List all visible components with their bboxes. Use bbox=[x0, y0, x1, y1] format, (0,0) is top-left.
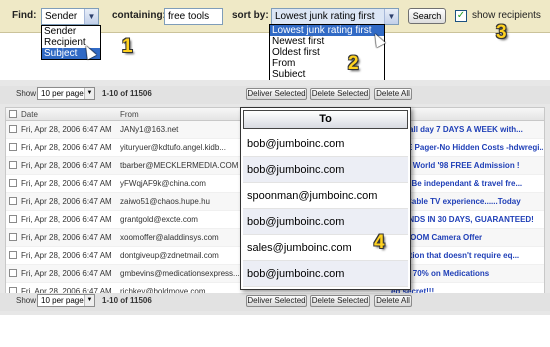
row-date: Fri, Apr 28, 2006 6:47 AM bbox=[21, 161, 112, 170]
delete-all-button[interactable]: Delete All bbox=[374, 295, 412, 307]
row-date: Fri, Apr 28, 2006 6:47 AM bbox=[21, 269, 112, 278]
row-from: gmbevins@medicationsexpress... bbox=[120, 269, 240, 278]
row-date: Fri, Apr 28, 2006 6:47 AM bbox=[21, 215, 112, 224]
select-all-checkbox[interactable] bbox=[9, 110, 17, 118]
sort-label: sort by: bbox=[232, 10, 269, 21]
callout-4: 4 bbox=[374, 232, 385, 253]
row-checkbox[interactable] bbox=[9, 251, 17, 259]
delete-selected-button[interactable]: Delete Selected bbox=[310, 88, 370, 100]
pager-top: Show 10 per page ▼ 1-10 of 11506 Deliver… bbox=[0, 86, 550, 104]
deliver-selected-button[interactable]: Deliver Selected bbox=[246, 295, 307, 307]
pager-bottom: Show 10 per page ▼ 1-10 of 11506 Deliver… bbox=[0, 293, 550, 311]
row-subject-link[interactable]: FREE Pager-No Hidden Costs -hdwregi... bbox=[391, 143, 543, 152]
show-label: Show bbox=[16, 89, 37, 98]
row-from: JANy1@163.net bbox=[120, 125, 179, 134]
show-recipients-label[interactable]: show recipients bbox=[472, 10, 541, 21]
sort-select[interactable]: Lowest junk rating first ▼ bbox=[271, 8, 399, 25]
callout-3: 3 bbox=[496, 22, 507, 43]
delete-selected-button[interactable]: Delete Selected bbox=[310, 295, 370, 307]
row-checkbox[interactable] bbox=[9, 269, 17, 277]
row-subject-link[interactable]: our Cable TV experience......Today bbox=[391, 197, 543, 206]
row-from: grantgold@excte.com bbox=[120, 215, 198, 224]
callout-2: 2 bbox=[348, 53, 359, 74]
show-recipients-checkbox[interactable]: ✓ bbox=[455, 10, 467, 22]
column-date[interactable]: Date bbox=[21, 110, 38, 119]
row-from: xoomoffer@aladdinsys.com bbox=[120, 233, 219, 242]
row-date: Fri, Apr 28, 2006 6:47 AM bbox=[21, 197, 112, 206]
row-date: Fri, Apr 28, 2006 6:47 AM bbox=[21, 233, 112, 242]
row-subject-link[interactable]: up to 70% on Medications bbox=[391, 269, 543, 278]
row-checkbox[interactable] bbox=[9, 125, 17, 133]
field-option-sender[interactable]: Sender bbox=[42, 26, 100, 37]
row-from: dontgiveup@zdnetmail.com bbox=[120, 251, 219, 260]
chevron-down-icon[interactable]: ▼ bbox=[384, 9, 398, 24]
search-button[interactable]: Search bbox=[408, 8, 446, 24]
row-subject-link[interactable]: 1+ # all day 7 DAYS A WEEK with... bbox=[391, 125, 543, 134]
per-page-value: 10 per page bbox=[41, 296, 84, 305]
row-date: Fri, Apr 28, 2006 6:47 AM bbox=[21, 251, 112, 260]
row-date: Fri, Apr 28, 2006 6:47 AM bbox=[21, 143, 112, 152]
chevron-down-icon[interactable]: ▼ bbox=[84, 295, 94, 306]
recipient-item: bob@jumboinc.com bbox=[243, 261, 408, 287]
row-checkbox[interactable] bbox=[9, 161, 17, 169]
row-from: zaiwo51@chaos.hupe.hu bbox=[120, 197, 210, 206]
row-from: yituryuer@kdtufo.angel.kidb... bbox=[120, 143, 226, 152]
sort-option-from[interactable]: From bbox=[270, 58, 384, 69]
per-page-select[interactable]: 10 per page ▼ bbox=[37, 294, 95, 307]
row-checkbox[interactable] bbox=[9, 197, 17, 205]
sort-option-lowest-junk[interactable]: Lowest junk rating first bbox=[270, 25, 384, 36]
containing-label: containing: bbox=[112, 10, 166, 21]
recipient-item: bob@jumboinc.com bbox=[243, 157, 408, 183]
recipients-panel: To bob@jumboinc.com bob@jumboinc.com spoon… bbox=[240, 107, 411, 290]
row-from: tbarber@MECKLERMEDIA.COM bbox=[120, 161, 239, 170]
chevron-down-icon[interactable]: ▼ bbox=[84, 88, 94, 99]
sort-option-newest[interactable]: Newest first bbox=[270, 36, 384, 47]
find-label: Find: bbox=[12, 10, 37, 21]
row-checkbox[interactable] bbox=[9, 215, 17, 223]
sort-option-oldest[interactable]: Oldest first bbox=[270, 47, 384, 58]
sort-dropdown-list: Lowest junk rating first Newest first Ol… bbox=[269, 24, 385, 81]
per-page-select[interactable]: 10 per page ▼ bbox=[37, 87, 95, 100]
chevron-down-icon[interactable]: ▼ bbox=[84, 9, 98, 24]
row-checkbox[interactable] bbox=[9, 143, 17, 151]
sort-option-subject[interactable]: Subiect bbox=[270, 69, 384, 80]
row-subject-link[interactable]: ital XOOM Camera Offer bbox=[391, 233, 543, 242]
row-checkbox[interactable] bbox=[9, 179, 17, 187]
query-input[interactable]: free tools bbox=[164, 8, 223, 25]
row-subject-link[interactable]: olidation that doesn't require eq... bbox=[391, 251, 543, 260]
row-from: yFWqjAF9k@china.com bbox=[120, 179, 206, 188]
show-label: Show bbox=[16, 296, 37, 305]
row-subject-link[interactable]: ernet World '98 FREE Admission ! bbox=[391, 161, 543, 170]
range-text: 1-10 of 11506 bbox=[102, 296, 152, 305]
row-date: Fri, Apr 28, 2006 6:47 AM bbox=[21, 125, 112, 134]
callout-1: 1 bbox=[122, 36, 133, 57]
row-checkbox[interactable] bbox=[9, 233, 17, 241]
recipients-header: To bbox=[243, 110, 408, 129]
deliver-selected-button[interactable]: Deliver Selected bbox=[246, 88, 307, 100]
recipient-item: spoonman@jumboinc.com bbox=[243, 183, 408, 209]
field-select[interactable]: Sender ▼ bbox=[41, 8, 99, 25]
field-select-value: Sender bbox=[45, 11, 78, 22]
row-subject-link[interactable]: POUNDS IN 30 DAYS, GUARANTEED! bbox=[391, 215, 543, 224]
row-date: Fri, Apr 28, 2006 6:47 AM bbox=[21, 179, 112, 188]
sort-select-value: Lowest junk rating first bbox=[275, 11, 375, 22]
row-subject-link[interactable]: oss...Be independant & travel fre... bbox=[391, 179, 543, 188]
column-from[interactable]: From bbox=[120, 110, 240, 119]
recipient-item: bob@jumboinc.com bbox=[243, 131, 408, 157]
range-text: 1-10 of 11506 bbox=[102, 89, 152, 98]
recipients-list: bob@jumboinc.com bob@jumboinc.com spoonman… bbox=[241, 131, 410, 287]
delete-all-button[interactable]: Delete All bbox=[374, 88, 412, 100]
per-page-value: 10 per page bbox=[41, 89, 84, 98]
